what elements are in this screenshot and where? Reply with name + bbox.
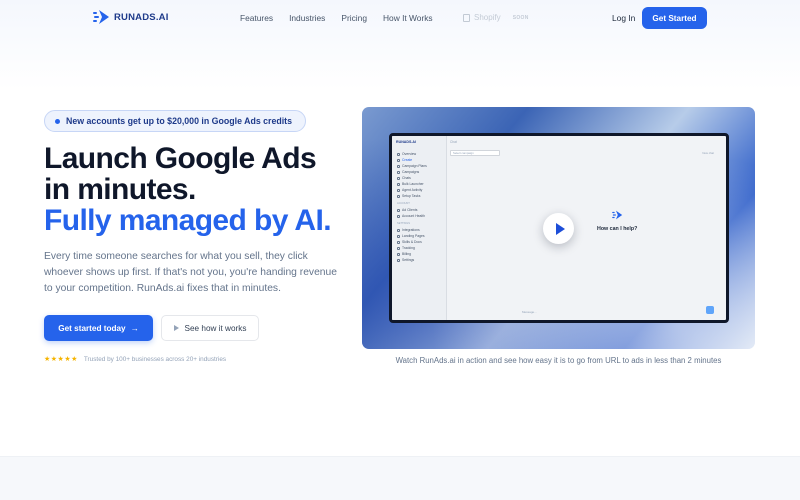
app-sidebar: RUNADS.AI Overview Create Campaign Plans… (392, 136, 447, 320)
see-how-it-works-button[interactable]: See how it works (161, 315, 259, 341)
app-help-prompt: How can I help? (597, 226, 638, 232)
nav-link-pricing[interactable]: Pricing (341, 13, 367, 23)
app-nav-item: Skills & Docs (397, 240, 422, 244)
hero-title-line-2: in minutes. (44, 173, 196, 206)
brand-name: RUNADS.AI (114, 11, 169, 23)
app-nav-item: Setup Tasks (397, 194, 420, 198)
shopify-coming-soon: Shopify SOON (463, 13, 529, 22)
video-play-button[interactable] (543, 213, 574, 244)
arrow-right-icon: → (130, 323, 139, 333)
app-nav-item: Overview (397, 152, 416, 156)
app-section-label: SETTINGS (397, 222, 410, 225)
nav-link-industries[interactable]: Industries (289, 13, 325, 23)
app-nav-item: Integrations (397, 228, 420, 232)
app-nav-item: Campaigns (397, 170, 419, 174)
star-rating-icon: ★★★★★ (44, 356, 78, 363)
play-icon (173, 325, 179, 331)
nav-link-features[interactable]: Features (240, 13, 273, 23)
demo-video[interactable]: RUNADS.AI Overview Create Campaign Plans… (362, 107, 755, 349)
app-send-icon (706, 306, 714, 314)
nav-link-how-it-works[interactable]: How It Works (383, 13, 433, 23)
top-navigation: RUNADS.AI Features Industries Pricing Ho… (0, 0, 800, 36)
get-started-button[interactable]: Get Started (642, 7, 707, 29)
app-nav-item: Account Health (397, 214, 425, 218)
app-brand: RUNADS.AI (396, 140, 416, 144)
soon-tag: SOON (512, 14, 529, 21)
secondary-cta-label: See how it works (184, 323, 247, 333)
brand-logo[interactable]: RUNADS.AI (93, 9, 169, 25)
app-nav-item: Chats (397, 176, 411, 180)
nav-links: Features Industries Pricing How It Works (240, 13, 433, 23)
get-started-today-button[interactable]: Get started today → (44, 315, 153, 341)
app-logo-icon (612, 210, 623, 220)
hero-title-line-1: Launch Google Ads (44, 142, 317, 175)
primary-cta-label: Get started today (58, 323, 126, 333)
runads-logo-icon (93, 10, 109, 24)
video-caption: Watch RunAds.ai in action and see how ea… (395, 356, 722, 365)
hero-title-highlight: Fully managed by AI. (44, 204, 332, 237)
shopify-bag-icon (463, 13, 470, 22)
hero-description: Every time someone searches for what you… (44, 251, 337, 294)
app-nav-item: Settings (397, 258, 414, 262)
badge-text: New accounts get up to $20,000 in Google… (66, 116, 293, 126)
app-nav-item: Landing Pages (397, 234, 425, 238)
credits-badge: New accounts get up to $20,000 in Google… (44, 110, 306, 132)
next-section-band (0, 456, 800, 500)
app-nav-item: Create (397, 158, 412, 162)
app-nav-item: Ad Clients (397, 208, 417, 212)
app-nav-item: Tracking (397, 246, 415, 250)
app-campaign-select: Select campaign (450, 150, 500, 156)
trust-text: Trusted by 100+ businesses across 20+ in… (83, 355, 227, 363)
app-message-input: Message... (522, 310, 537, 314)
shopify-label: Shopify (474, 13, 501, 22)
app-nav-item: Agent Activity (397, 188, 422, 192)
app-page-title: Chat (450, 140, 457, 144)
app-nav-item: Billing (397, 252, 411, 256)
app-section-label: ACCOUNT (397, 202, 410, 205)
app-nav-item: Bulk Launcher (397, 182, 424, 186)
app-nav-item: Campaign Plans (397, 164, 427, 168)
app-new-chat: New chat (702, 151, 714, 155)
badge-dot-icon (55, 118, 60, 124)
login-link[interactable]: Log In (612, 13, 635, 23)
trust-row: ★★★★★ Trusted by 100+ businesses across … (44, 355, 227, 364)
play-icon (555, 222, 565, 235)
